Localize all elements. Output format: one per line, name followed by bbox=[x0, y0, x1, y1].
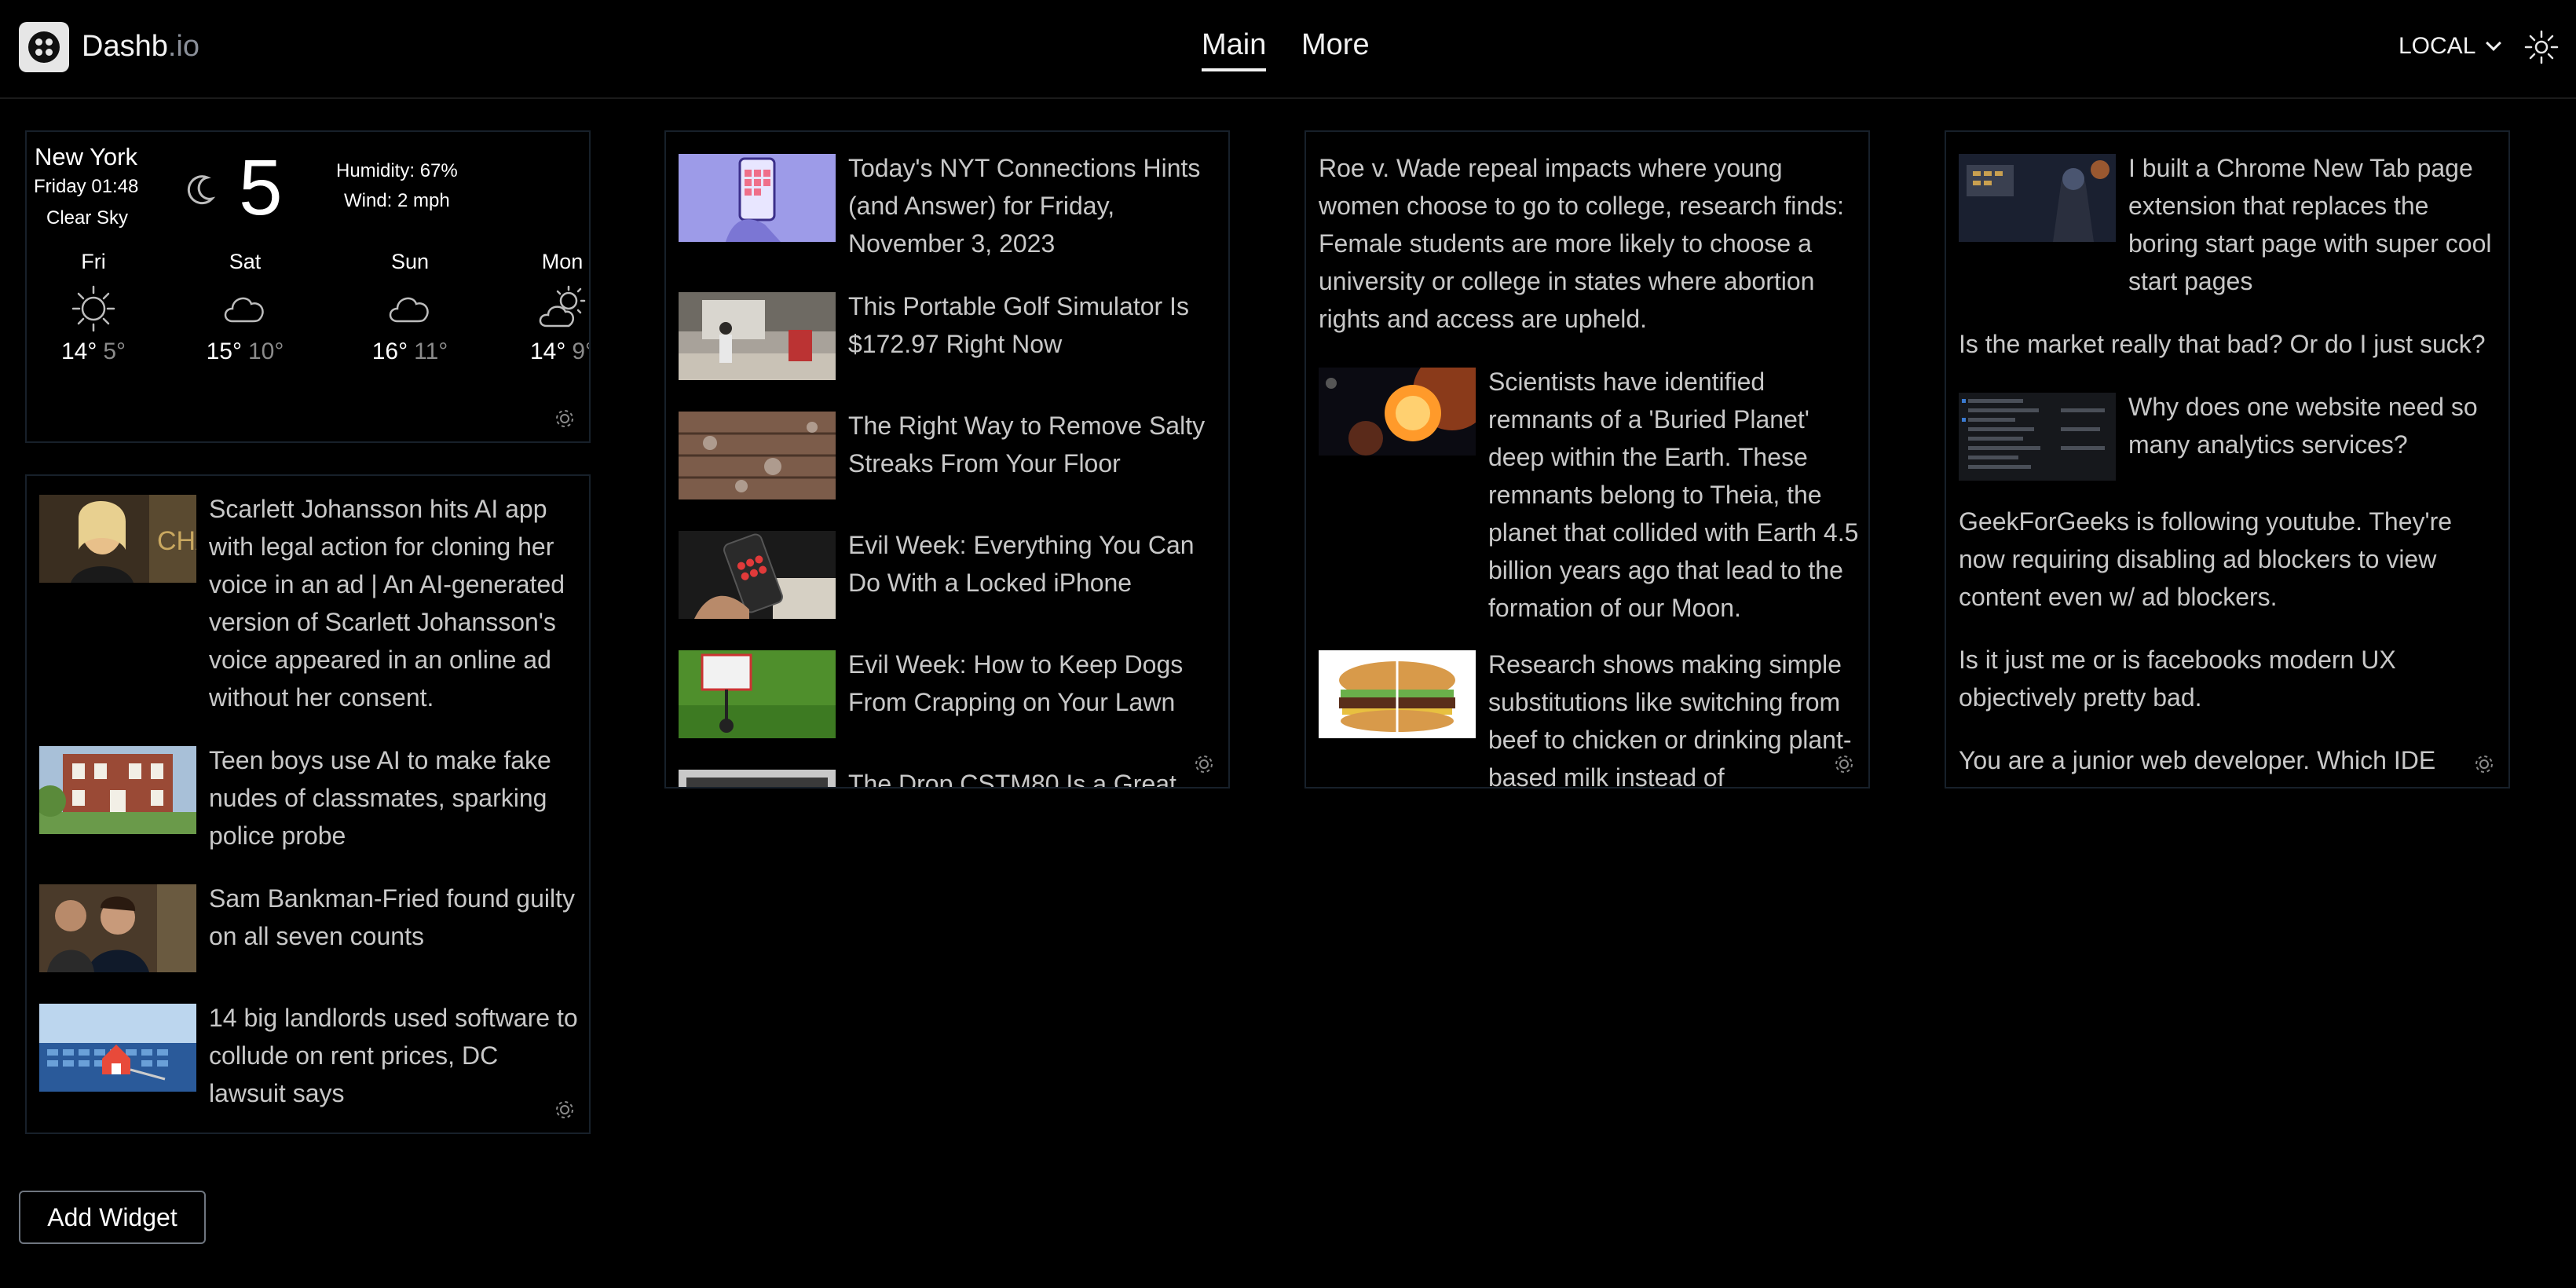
article-title[interactable]: Scientists have identified remnants of a… bbox=[1488, 363, 1861, 627]
article-thumbnail[interactable] bbox=[679, 531, 836, 619]
gear-icon[interactable] bbox=[1832, 752, 1856, 776]
article-thumbnail[interactable] bbox=[679, 292, 836, 380]
region-dropdown[interactable]: LOCAL bbox=[2399, 33, 2502, 60]
crescent-moon-icon bbox=[187, 175, 216, 205]
article-title[interactable]: Evil Week: Everything You Can Do With a … bbox=[848, 526, 1220, 602]
svg-text:CHA: CHA bbox=[157, 526, 196, 556]
brand-suffix: .io bbox=[167, 30, 199, 63]
article-title[interactable]: GeekForGeeks is following youtube. They'… bbox=[1959, 503, 2501, 616]
article-thumbnail[interactable] bbox=[679, 650, 836, 738]
article-title[interactable]: Research shows making simple substitutio… bbox=[1488, 646, 1861, 787]
news-widget-webdev: I built a Chrome New Tab page extension … bbox=[1945, 130, 2510, 789]
nav-tab-more[interactable]: More bbox=[1301, 28, 1370, 62]
forecast-day: Mon 14°9° bbox=[515, 250, 589, 365]
forecast-low: 5° bbox=[103, 338, 126, 364]
weather-widget: New York Friday 01:48 Clear Sky 5 Humidi… bbox=[25, 130, 591, 443]
brand-name[interactable]: Dashb.io bbox=[82, 30, 199, 64]
forecast-day: Sun 16° 11° bbox=[363, 250, 457, 365]
weather-date-time: Friday 01:48 bbox=[34, 176, 139, 197]
news-widget-lifehacker: Today's NYT Connections Hints (and Answe… bbox=[664, 130, 1230, 789]
article-title[interactable]: The Right Way to Remove Salty Streaks Fr… bbox=[848, 407, 1220, 482]
article-thumbnail[interactable] bbox=[1959, 393, 2116, 481]
humidity: Humidity: 67% bbox=[336, 160, 458, 181]
cloud-icon bbox=[389, 297, 429, 323]
article-thumbnail[interactable] bbox=[679, 154, 836, 242]
forecast-high: 14° bbox=[60, 338, 97, 364]
gear-icon[interactable] bbox=[553, 1098, 576, 1122]
forecast-day: Sat 15° 10° bbox=[198, 250, 292, 365]
article-thumbnail[interactable] bbox=[39, 1004, 196, 1092]
logo-icon[interactable] bbox=[19, 22, 69, 72]
article-title[interactable]: I built a Chrome New Tab page extension … bbox=[2128, 149, 2501, 300]
article-title[interactable]: Is it just me or is facebooks modern UX … bbox=[1959, 641, 2501, 716]
article-title[interactable]: Roe v. Wade repeal impacts where young w… bbox=[1319, 149, 1861, 338]
sun-icon bbox=[71, 285, 115, 332]
article-title[interactable]: Teen boys use AI to make fake nudes of c… bbox=[209, 741, 581, 854]
article-thumbnail[interactable] bbox=[679, 412, 836, 499]
wind-speed: Wind: 2 mph bbox=[344, 190, 450, 211]
chevron-down-icon bbox=[2486, 35, 2502, 51]
article-thumbnail[interactable] bbox=[1319, 368, 1476, 456]
forecast-day-label: Fri bbox=[81, 250, 106, 273]
forecast-day-label: Sat bbox=[229, 250, 262, 273]
forecast-high: 14° bbox=[529, 338, 566, 364]
forecast-low: 9° bbox=[572, 338, 589, 364]
partly-cloudy-icon bbox=[539, 285, 586, 327]
news-widget-science: Roe v. Wade repeal impacts where young w… bbox=[1304, 130, 1870, 789]
article-title[interactable]: 14 big landlords used software to collud… bbox=[209, 999, 581, 1112]
gear-icon[interactable] bbox=[553, 407, 576, 430]
region-label: LOCAL bbox=[2399, 33, 2476, 59]
nav-tab-main[interactable]: Main bbox=[1202, 28, 1267, 71]
article-title[interactable]: Evil Week: How to Keep Dogs From Crappin… bbox=[848, 646, 1220, 721]
article-title[interactable]: Why does one website need so many analyt… bbox=[2128, 388, 2501, 463]
article-title[interactable]: This Portable Golf Simulator Is $172.97 … bbox=[848, 287, 1220, 363]
article-thumbnail[interactable] bbox=[679, 770, 836, 787]
weather-condition: Clear Sky bbox=[46, 207, 129, 229]
gear-icon[interactable] bbox=[1192, 752, 1216, 776]
news-widget-ai: CHA Scarlett Johansson hits AI app with … bbox=[25, 474, 591, 1134]
add-widget-button[interactable]: Add Widget bbox=[19, 1191, 206, 1244]
article-thumbnail[interactable] bbox=[39, 884, 196, 972]
article-title[interactable]: Today's NYT Connections Hints (and Answe… bbox=[848, 149, 1220, 262]
article-thumbnail[interactable] bbox=[1319, 650, 1476, 738]
forecast-day-label: Mon bbox=[541, 250, 584, 273]
article-thumbnail[interactable]: CHA bbox=[39, 495, 196, 583]
article-title[interactable]: The Drop CSTM80 Is a Great bbox=[848, 765, 1220, 787]
article-title[interactable]: Scarlett Johansson hits AI app with lega… bbox=[209, 490, 581, 716]
article-title[interactable]: Is the market really that bad? Or do I j… bbox=[1959, 325, 2501, 363]
gear-icon[interactable] bbox=[2472, 752, 2496, 776]
current-temperature: 5 bbox=[239, 144, 283, 232]
article-title[interactable]: Sam Bankman-Fried found guilty on all se… bbox=[209, 880, 581, 955]
article-thumbnail[interactable] bbox=[39, 746, 196, 834]
top-bar: Dashb.io Main More LOCAL bbox=[0, 0, 2576, 99]
article-thumbnail[interactable] bbox=[1959, 154, 2116, 242]
cloud-icon bbox=[224, 297, 264, 323]
forecast-day: Fri 14° 5° bbox=[46, 250, 141, 365]
weather-city: New York bbox=[35, 143, 137, 170]
sun-icon[interactable] bbox=[2524, 30, 2559, 64]
forecast-day-label: Sun bbox=[390, 250, 430, 273]
forecast-low: 11° bbox=[414, 338, 448, 364]
forecast-high: 15° bbox=[206, 338, 242, 364]
forecast-high: 16° bbox=[371, 338, 408, 364]
article-title[interactable]: You are a junior web developer. Which ID… bbox=[1959, 741, 2501, 779]
forecast-low: 10° bbox=[248, 338, 284, 364]
